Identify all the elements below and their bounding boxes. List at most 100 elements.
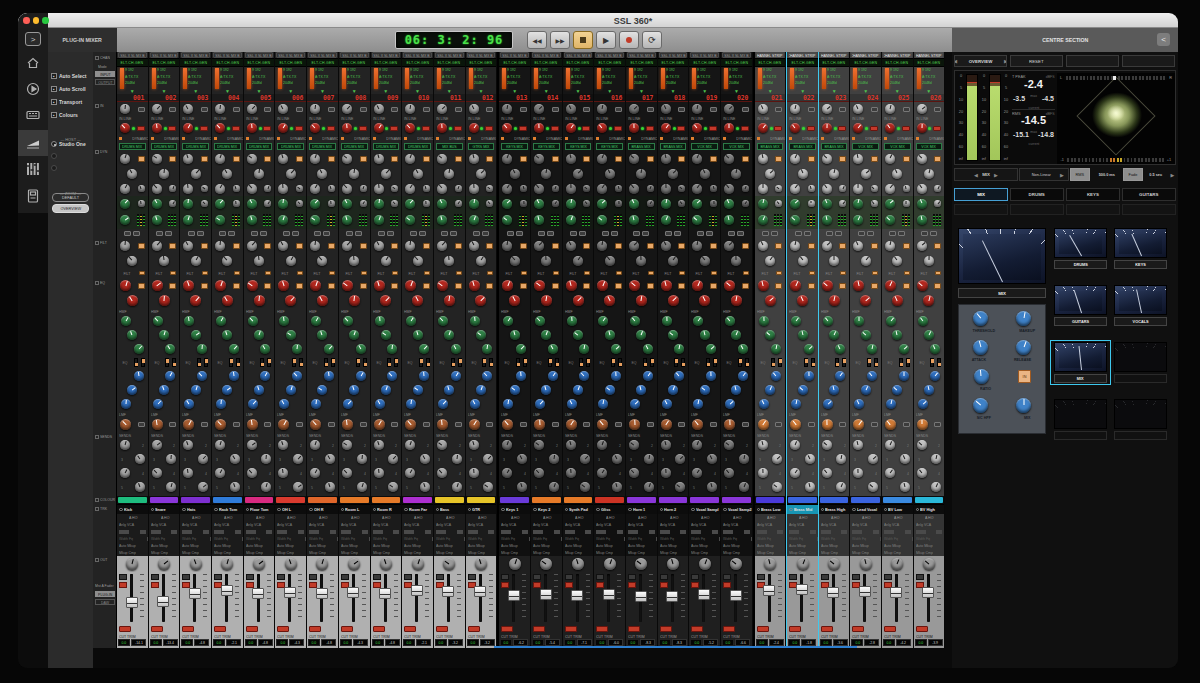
filter-in-button[interactable]: [138, 243, 145, 249]
solo-button[interactable]: [373, 582, 381, 588]
eq-hf-knob[interactable]: [923, 295, 934, 306]
eq-toggle[interactable]: [236, 358, 240, 367]
gate-knob[interactable]: [342, 199, 352, 209]
eq-hf-knob[interactable]: [758, 280, 769, 291]
cut-button[interactable]: [757, 574, 765, 580]
send-knob[interactable]: [183, 440, 193, 450]
send-knob[interactable]: [483, 482, 493, 492]
dyn-in-button[interactable]: [169, 156, 176, 162]
eq-hmf-knob[interactable]: [184, 316, 194, 326]
send-knob[interactable]: [342, 440, 352, 450]
gate-button[interactable]: [124, 231, 131, 236]
eq-toggle[interactable]: [842, 358, 846, 367]
eq-hmf-knob[interactable]: [924, 330, 934, 340]
filter-in-button[interactable]: [391, 243, 398, 249]
gate-knob[interactable]: [328, 200, 335, 207]
dyn-knob[interactable]: [502, 184, 512, 194]
input-gain-knob[interactable]: [758, 104, 768, 114]
cut-button[interactable]: [182, 574, 190, 580]
eq-lmf-knob[interactable]: [121, 399, 131, 409]
eq-bell-button[interactable]: [742, 422, 749, 427]
fader-cap[interactable]: [252, 588, 264, 599]
eq-toggle[interactable]: [363, 358, 367, 367]
eq-lmf-knob[interactable]: [924, 385, 934, 395]
gate-knob[interactable]: [615, 200, 622, 207]
listen-button[interactable]: [119, 626, 131, 632]
gate-button[interactable]: [728, 231, 735, 236]
eq-bell-button[interactable]: [934, 422, 941, 427]
send-knob[interactable]: [758, 440, 768, 450]
fader-track[interactable]: [225, 574, 228, 622]
filter-knob[interactable]: [317, 256, 327, 266]
dyn-knob[interactable]: [444, 169, 454, 179]
dyn-knob[interactable]: [541, 169, 551, 179]
filter-button[interactable]: [935, 271, 941, 275]
ratio-knob[interactable]: [974, 369, 989, 384]
gate-knob[interactable]: [152, 215, 162, 225]
listen-button[interactable]: [436, 626, 448, 632]
section-trk[interactable]: TRK: [95, 505, 114, 512]
gate-knob[interactable]: [583, 200, 590, 207]
eq-hf-knob[interactable]: [127, 295, 138, 306]
eq-hf-knob[interactable]: [604, 295, 615, 306]
filter-in-button[interactable]: [934, 243, 941, 249]
trim-knob[interactable]: [374, 123, 384, 133]
eq-lmf-knob[interactable]: [216, 399, 226, 409]
solo-button[interactable]: [628, 582, 636, 588]
send-knob[interactable]: [230, 454, 240, 464]
phase-button[interactable]: [359, 126, 367, 131]
eq-bell-button[interactable]: [775, 283, 782, 289]
eq-lmf-knob[interactable]: [248, 399, 258, 409]
dyn-knob[interactable]: [552, 185, 559, 192]
dyn-knob[interactable]: [839, 185, 846, 192]
gate-knob[interactable]: [758, 215, 768, 225]
filter-in-button[interactable]: [328, 243, 335, 249]
pan-knob[interactable]: [221, 558, 233, 570]
eq-lf-knob[interactable]: [885, 419, 896, 430]
filter-knob[interactable]: [120, 241, 130, 251]
track-colour-bar[interactable]: [531, 496, 562, 504]
eq-toggle[interactable]: [260, 358, 264, 367]
eq-toggle[interactable]: [292, 358, 296, 367]
dyn-knob[interactable]: [710, 185, 717, 192]
dyn-knob[interactable]: [510, 169, 520, 179]
pan-knob[interactable]: [635, 558, 647, 570]
send-knob[interactable]: [293, 454, 303, 464]
send-knob[interactable]: [502, 468, 512, 478]
cut-button[interactable]: [565, 574, 573, 580]
gate-button[interactable]: [410, 231, 417, 236]
pad-button[interactable]: [583, 107, 590, 112]
phase-button[interactable]: [263, 126, 271, 131]
eq-hmf-knob[interactable]: [636, 330, 646, 340]
dyn-knob[interactable]: [476, 169, 486, 179]
gate-button[interactable]: [642, 231, 649, 236]
listen-button[interactable]: [852, 626, 864, 632]
eq-toggle[interactable]: [516, 358, 520, 367]
trim-knob[interactable]: [597, 123, 607, 133]
send-knob[interactable]: [261, 482, 271, 492]
trim-knob[interactable]: [437, 123, 447, 133]
eq-toggle[interactable]: [804, 358, 808, 367]
phase-button[interactable]: [838, 126, 846, 131]
filter-button[interactable]: [809, 271, 815, 275]
eq-toggle[interactable]: [458, 358, 462, 367]
filter-knob[interactable]: [127, 256, 137, 266]
trim-knob[interactable]: [853, 123, 863, 133]
rms-mode-button[interactable]: RMS: [1070, 168, 1090, 181]
eq-lmf-knob[interactable]: [254, 385, 264, 395]
eq-bell-button[interactable]: [138, 283, 145, 289]
track-name[interactable]: OH R: [307, 504, 338, 514]
gate-button[interactable]: [251, 231, 258, 236]
eq-hmf-knob[interactable]: [260, 344, 270, 354]
trim-knob[interactable]: [247, 123, 257, 133]
section-out[interactable]: OUT: [95, 556, 115, 563]
send-knob[interactable]: [661, 468, 671, 478]
send-knob[interactable]: [152, 440, 162, 450]
dyn-knob[interactable]: [278, 154, 288, 164]
filter-knob[interactable]: [629, 241, 639, 251]
eq-lf-knob[interactable]: [374, 419, 385, 430]
dyn-knob[interactable]: [892, 169, 902, 179]
dyn-knob[interactable]: [629, 184, 639, 194]
dyn-knob[interactable]: [502, 154, 512, 164]
send-knob[interactable]: [739, 454, 749, 464]
